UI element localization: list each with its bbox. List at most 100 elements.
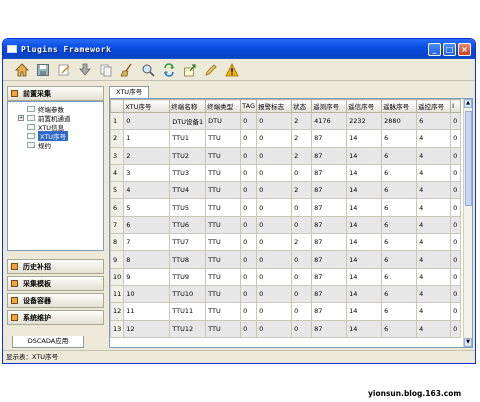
folder-icon bbox=[11, 263, 18, 270]
maximize-button[interactable]: □ bbox=[443, 42, 456, 56]
app-icon bbox=[7, 45, 17, 53]
table-cell: 0 bbox=[256, 284, 293, 304]
folder-icon bbox=[11, 297, 18, 304]
column-header[interactable] bbox=[110, 99, 125, 113]
column-header[interactable]: 终端类型 bbox=[205, 99, 242, 113]
data-grid[interactable]: XTU序号 终端名称 终端类型 TAG 报警标志 状态 遥测序号 遥信序号 遥脉序号 遥控序号 I … bbox=[109, 98, 473, 348]
save-icon[interactable] bbox=[34, 61, 52, 79]
home-icon[interactable] bbox=[13, 61, 31, 79]
scroll-thumb[interactable] bbox=[465, 111, 472, 206]
table-cell: 0 bbox=[450, 233, 462, 252]
table-cell: 12 bbox=[123, 319, 171, 338]
column-header[interactable]: 终端名称 bbox=[169, 99, 207, 113]
table-cell: 6 bbox=[381, 181, 418, 200]
table-cell: 0 bbox=[291, 198, 313, 217]
column-header[interactable]: XTU序号 bbox=[123, 99, 171, 113]
table-cell: 0 bbox=[256, 163, 293, 183]
table-cell: 0 bbox=[240, 302, 258, 321]
column-header[interactable]: 状态 bbox=[291, 99, 313, 113]
tab-xtu-serial[interactable]: XTU序号 bbox=[109, 86, 150, 98]
title-bar[interactable]: Plugins Framework _ □ × bbox=[3, 39, 475, 59]
scroll-up-arrow-icon[interactable]: ▲ bbox=[464, 99, 472, 108]
edit-icon[interactable] bbox=[55, 61, 73, 79]
table-cell: 9 bbox=[123, 267, 171, 286]
table-row[interactable]: 2 1 TTU1 TTU 0 0 2 87 14 6 4 0 bbox=[110, 129, 462, 148]
table-cell: TTU9 bbox=[169, 267, 207, 286]
table-row[interactable]: 11 10 TTU10 TTU 0 0 0 87 14 6 4 0 bbox=[110, 284, 462, 304]
warning-icon[interactable] bbox=[223, 61, 241, 79]
table-row[interactable]: 3 2 TTU2 TTU 0 0 2 87 14 6 4 0 bbox=[110, 146, 462, 165]
refresh-icon[interactable] bbox=[160, 61, 178, 79]
column-header[interactable]: 遥控序号 bbox=[416, 99, 452, 113]
table-row[interactable]: 8 7 TTU7 TTU 0 0 2 87 14 6 4 0 bbox=[110, 233, 462, 252]
table-cell: 6 bbox=[381, 198, 418, 217]
table-cell: 87 bbox=[311, 233, 348, 252]
download-icon[interactable] bbox=[76, 61, 94, 79]
table-cell: 87 bbox=[311, 284, 348, 304]
table-icon bbox=[27, 105, 35, 112]
table-row[interactable]: 7 6 TTU6 TTU 0 0 0 87 14 6 4 0 bbox=[110, 215, 462, 235]
table-cell: 87 bbox=[311, 198, 348, 217]
table-cell: 2232 bbox=[346, 111, 383, 131]
table-cell: 2 bbox=[123, 146, 171, 165]
tree-item-label: 规约 bbox=[38, 141, 51, 150]
table-cell: 0 bbox=[291, 302, 313, 321]
table-cell: 0 bbox=[450, 267, 462, 286]
sidebar: 前置采集 终端参数 + 前置机通道 XTU信息 XTU序号 规约 历史补招 采集… bbox=[7, 86, 104, 348]
sidebar-group-label: 历史补招 bbox=[23, 262, 51, 271]
close-button[interactable]: × bbox=[458, 42, 471, 56]
table-cell: TTU3 bbox=[169, 163, 207, 183]
column-header[interactable]: 遥测序号 bbox=[311, 99, 348, 113]
sidebar-group-device[interactable]: 设备容器 bbox=[7, 293, 104, 308]
copy-icon[interactable] bbox=[97, 61, 115, 79]
tab-dscada[interactable]: DSCADA应用 bbox=[12, 336, 84, 348]
table-row[interactable]: 6 5 TTU5 TTU 0 0 0 87 14 6 4 0 bbox=[110, 198, 462, 217]
column-header[interactable]: TAG bbox=[240, 99, 258, 113]
table-cell: 14 bbox=[346, 146, 383, 165]
pencil-icon[interactable] bbox=[202, 61, 220, 79]
row-number: 13 bbox=[110, 319, 125, 338]
table-cell: 0 bbox=[291, 215, 313, 235]
vertical-scrollbar[interactable]: ▲ ▼ bbox=[463, 99, 472, 347]
table-cell: 0 bbox=[240, 129, 258, 148]
table-cell: 4176 bbox=[311, 111, 348, 131]
export-icon[interactable] bbox=[181, 61, 199, 79]
table-cell: 0 bbox=[291, 163, 313, 183]
table-cell: 1 bbox=[123, 129, 171, 148]
table-row[interactable]: 5 4 TTU4 TTU 0 0 2 87 14 6 4 0 bbox=[110, 181, 462, 200]
sidebar-group-history[interactable]: 历史补招 bbox=[7, 259, 104, 274]
table-cell: 14 bbox=[346, 319, 383, 338]
table-cell: 87 bbox=[311, 250, 348, 269]
table-cell: TTU bbox=[205, 302, 242, 321]
tree-view[interactable]: 终端参数 + 前置机通道 XTU信息 XTU序号 规约 bbox=[7, 101, 104, 251]
scroll-down-arrow-icon[interactable]: ▼ bbox=[464, 338, 472, 347]
table-cell: 87 bbox=[311, 319, 348, 338]
table-row[interactable]: 12 11 TTU11 TTU 0 0 0 87 14 6 4 0 bbox=[110, 302, 462, 321]
table-cell: 11 bbox=[123, 302, 171, 321]
tree-item-protocol[interactable]: 规约 bbox=[8, 140, 103, 150]
column-header[interactable]: 报警标志 bbox=[256, 99, 293, 113]
table-cell: 4 bbox=[123, 181, 171, 200]
table-cell: TTU bbox=[205, 129, 242, 148]
table-cell: 2 bbox=[291, 233, 313, 252]
table-icon bbox=[27, 132, 35, 139]
plus-icon[interactable]: + bbox=[18, 114, 24, 121]
table-row[interactable]: 1 0 DTU设备1 DTU 0 0 2 4176 2232 2880 6 0 bbox=[110, 111, 462, 131]
sidebar-group-maintenance[interactable]: 系统维护 bbox=[7, 310, 104, 325]
table-row[interactable]: 9 8 TTU8 TTU 0 0 0 87 14 6 4 0 bbox=[110, 250, 462, 269]
search-icon[interactable] bbox=[139, 61, 157, 79]
sidebar-group-template[interactable]: 采集模板 bbox=[7, 276, 104, 291]
table-row[interactable]: 13 12 TTU12 TTU 0 0 0 87 14 6 4 0 bbox=[110, 319, 462, 338]
broom-icon[interactable] bbox=[118, 61, 136, 79]
table-row[interactable]: 10 9 TTU9 TTU 0 0 0 87 14 6 4 0 bbox=[110, 267, 462, 286]
column-header[interactable]: I bbox=[450, 99, 462, 113]
minimize-button[interactable]: _ bbox=[428, 42, 441, 56]
column-header[interactable]: 遥信序号 bbox=[346, 99, 383, 113]
sidebar-group-frontend[interactable]: 前置采集 bbox=[7, 86, 104, 101]
tree-item-xtu-serial[interactable]: XTU序号 bbox=[8, 130, 103, 141]
table-row[interactable]: 4 3 TTU3 TTU 0 0 0 87 14 6 4 0 bbox=[110, 163, 462, 183]
table-cell: 0 bbox=[240, 111, 258, 131]
table-cell: 14 bbox=[346, 181, 383, 200]
table-cell: TTU bbox=[205, 250, 242, 269]
column-header[interactable]: 遥脉序号 bbox=[381, 99, 418, 113]
